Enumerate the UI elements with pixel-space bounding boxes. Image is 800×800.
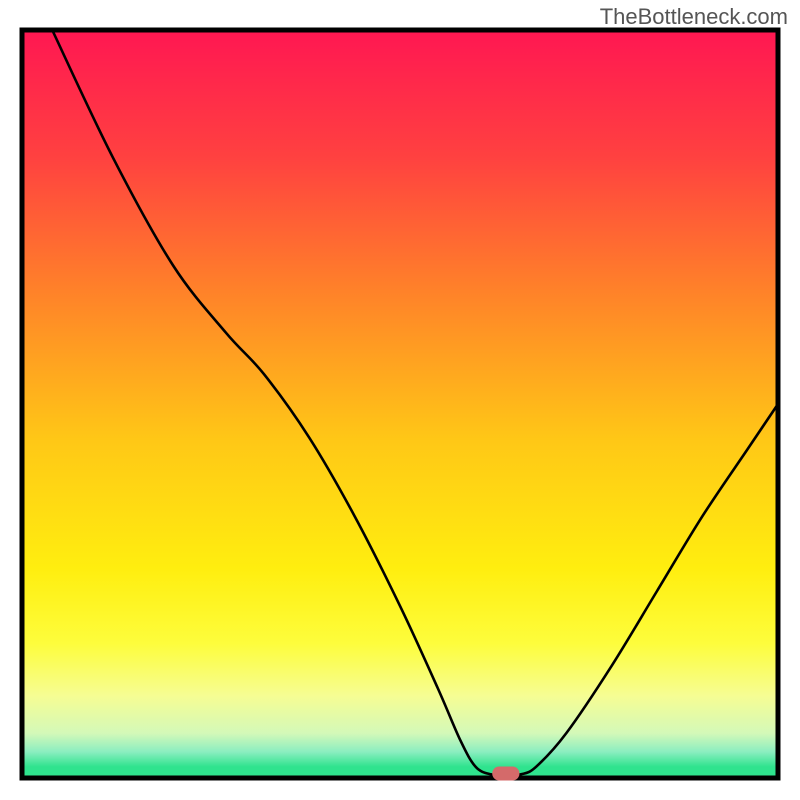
chart-container: TheBottleneck.com — [0, 0, 800, 800]
plot-background — [22, 30, 778, 778]
optimum-marker — [492, 767, 519, 781]
watermark-text: TheBottleneck.com — [600, 4, 788, 30]
bottleneck-chart — [0, 0, 800, 800]
